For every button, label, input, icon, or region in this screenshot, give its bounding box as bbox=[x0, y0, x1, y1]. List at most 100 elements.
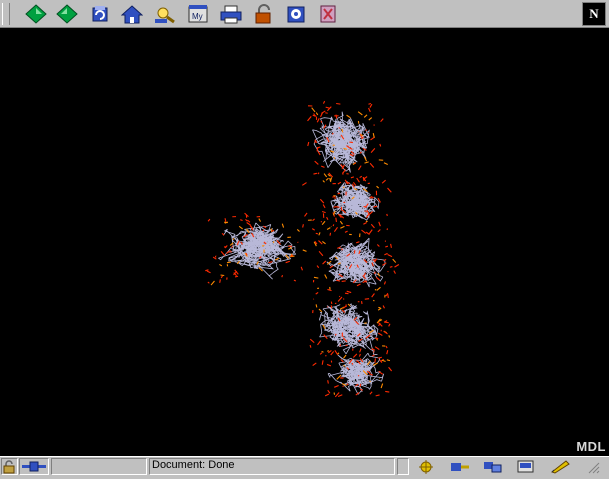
molecule-atom-bond bbox=[347, 291, 351, 292]
molecule-atom-bond bbox=[317, 341, 320, 345]
molecule-atom-bond bbox=[322, 211, 325, 212]
edit-component-button[interactable] bbox=[548, 458, 572, 475]
molecule-atom-bond bbox=[319, 251, 323, 255]
connection-status-cell[interactable] bbox=[19, 458, 49, 475]
molecule-atom-bond bbox=[360, 349, 361, 353]
mdl-watermark: MDL bbox=[576, 439, 606, 454]
molecule-bonds bbox=[313, 112, 370, 173]
molecule-atom-bond bbox=[378, 229, 380, 231]
molecule-atom-bond bbox=[240, 220, 242, 221]
molecule-atom-bond bbox=[349, 142, 352, 143]
molecule-atom-bond bbox=[394, 271, 396, 274]
molecule-atom-bond bbox=[313, 219, 315, 221]
molecule-atom-bond bbox=[312, 229, 314, 231]
reload-button[interactable] bbox=[88, 3, 112, 25]
back-button[interactable] bbox=[24, 3, 48, 25]
molecule-atom-bond bbox=[364, 162, 368, 163]
molecule-atom-bond bbox=[361, 230, 365, 233]
home-button[interactable] bbox=[120, 3, 144, 25]
molecule-atom-bond bbox=[381, 119, 384, 122]
molecule-atom-bond bbox=[268, 262, 272, 263]
netscape-logo[interactable]: N bbox=[582, 2, 606, 26]
molecule-atom-bond bbox=[370, 104, 372, 107]
molecule-atom-bond bbox=[388, 188, 392, 192]
status-resize-grip[interactable] bbox=[583, 458, 603, 475]
toolbar-grip[interactable] bbox=[2, 3, 10, 25]
back-arrow-icon bbox=[25, 4, 47, 24]
document-status-text: Document: Done bbox=[152, 459, 235, 471]
molecule-atom-bond bbox=[377, 287, 381, 290]
molecule-atom-bond bbox=[316, 113, 318, 115]
molecule-atom-bond bbox=[322, 221, 325, 224]
molecule-atom-bond bbox=[327, 364, 331, 365]
navigator-component-button[interactable] bbox=[414, 458, 438, 475]
composer-component-button[interactable] bbox=[514, 458, 538, 475]
mail-component-button[interactable] bbox=[448, 458, 472, 475]
molecule-atom-bond bbox=[259, 219, 261, 222]
security-button[interactable] bbox=[252, 3, 276, 25]
molecule-atom-bond bbox=[357, 178, 360, 182]
molecule-atom-bond bbox=[389, 367, 392, 371]
molecule-atom-bond bbox=[386, 346, 387, 348]
shop-button[interactable] bbox=[284, 3, 308, 25]
molecule-atom-bond bbox=[208, 282, 209, 283]
molecule-atom-bond bbox=[369, 118, 372, 121]
search-button[interactable] bbox=[153, 3, 177, 25]
molecule-atom-bond bbox=[385, 391, 389, 392]
molecule-atom-bond bbox=[235, 276, 238, 277]
molecule-atom-bond bbox=[335, 334, 336, 335]
molecule-atom-bond bbox=[326, 107, 330, 108]
resize-grip-icon bbox=[586, 460, 600, 474]
molecule-atom-bond bbox=[357, 284, 361, 286]
molecule-atom-bond bbox=[377, 186, 379, 188]
molecule-atom-bond bbox=[239, 226, 242, 229]
molecule-atom-bond bbox=[225, 218, 226, 222]
my-netscape-label: My bbox=[192, 12, 203, 21]
discussion-component-button[interactable] bbox=[481, 458, 505, 475]
molecule-atom-bond bbox=[324, 174, 327, 177]
molecule-atom-bond bbox=[321, 121, 322, 123]
security-status-cell[interactable] bbox=[1, 458, 18, 475]
molecule-atom-bond bbox=[385, 246, 388, 247]
molecule-atom-bond bbox=[337, 375, 341, 379]
molecule-atom-bond bbox=[384, 163, 388, 165]
forward-arrow-icon bbox=[56, 4, 78, 24]
molecule-atom-bond bbox=[331, 351, 334, 355]
molecule-viewer[interactable]: MDL bbox=[0, 28, 609, 456]
molecule-atom-bond bbox=[376, 395, 380, 396]
molecule-atom-bond bbox=[379, 222, 381, 226]
molecule-atom-bond bbox=[317, 147, 318, 151]
molecule-atom-bond bbox=[344, 365, 346, 366]
molecule-atom-bond bbox=[335, 350, 338, 354]
molecule-atom-bond bbox=[375, 347, 379, 350]
molecule-atom-bond bbox=[336, 115, 337, 119]
molecule-atom-bond bbox=[373, 133, 374, 137]
molecule-atom-bond bbox=[233, 239, 235, 240]
molecule-atom-bond bbox=[312, 108, 315, 112]
trna-molecule-structure[interactable] bbox=[0, 28, 609, 456]
stop-button[interactable] bbox=[316, 3, 340, 25]
molecule-atom-bond bbox=[369, 108, 371, 112]
molecule-atom-bond bbox=[221, 276, 222, 278]
molecule-atom-bond bbox=[302, 183, 306, 186]
molecule-atom-bond bbox=[328, 390, 330, 393]
status-divider bbox=[397, 458, 409, 475]
molecule-atom-bond bbox=[358, 166, 361, 170]
molecule-atom-bond bbox=[326, 178, 328, 180]
home-icon bbox=[121, 4, 143, 24]
print-button[interactable] bbox=[219, 3, 243, 25]
security-lock-icon bbox=[253, 4, 275, 24]
my-netscape-button[interactable]: My bbox=[186, 3, 210, 25]
molecule-atom-bond bbox=[382, 180, 385, 183]
molecule-atom-bond bbox=[248, 220, 250, 222]
molecule-atom-bond bbox=[316, 292, 318, 294]
forward-button[interactable] bbox=[55, 3, 79, 25]
molecule-atom-bond bbox=[338, 395, 342, 397]
molecule-atom-bond bbox=[316, 304, 317, 307]
molecule-atom-bond bbox=[342, 129, 343, 132]
molecule-atom-bond bbox=[211, 281, 214, 285]
molecule-atom-bond bbox=[363, 223, 366, 225]
molecule-atom-bond bbox=[369, 230, 372, 234]
molecule-atom-bond bbox=[338, 193, 340, 194]
molecule-atom-bond bbox=[335, 303, 336, 304]
